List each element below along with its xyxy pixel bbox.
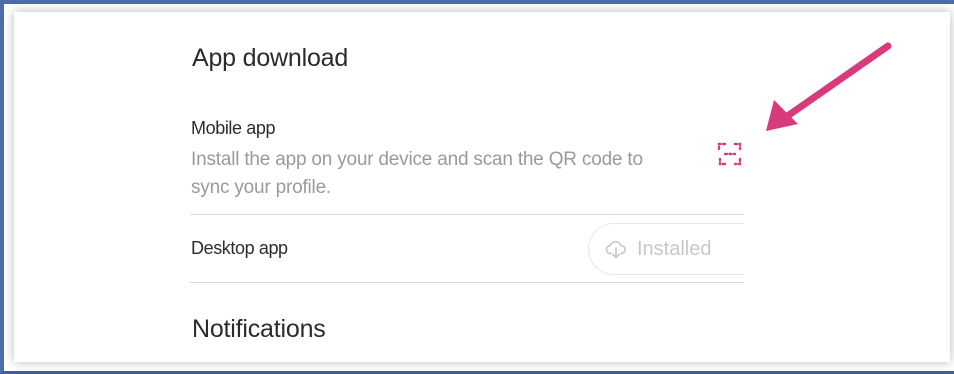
notifications-title: Notifications — [192, 315, 326, 343]
mobile-app-row: Mobile app Install the app on your devic… — [191, 118, 743, 202]
qr-scan-button[interactable] — [716, 140, 744, 168]
desktop-app-label: Desktop app — [191, 238, 288, 258]
app-download-title: App download — [192, 44, 349, 72]
installed-button[interactable]: Installed — [588, 223, 744, 275]
qr-scan-icon — [717, 142, 742, 166]
arrow-pointer-icon — [766, 42, 892, 131]
mobile-app-description: Install the app on your device and scan … — [191, 149, 643, 198]
cloud-download-icon — [605, 238, 627, 260]
divider — [190, 282, 744, 283]
installed-button-label: Installed — [637, 237, 712, 260]
divider — [190, 214, 744, 215]
mobile-app-label: Mobile app — [191, 118, 276, 138]
